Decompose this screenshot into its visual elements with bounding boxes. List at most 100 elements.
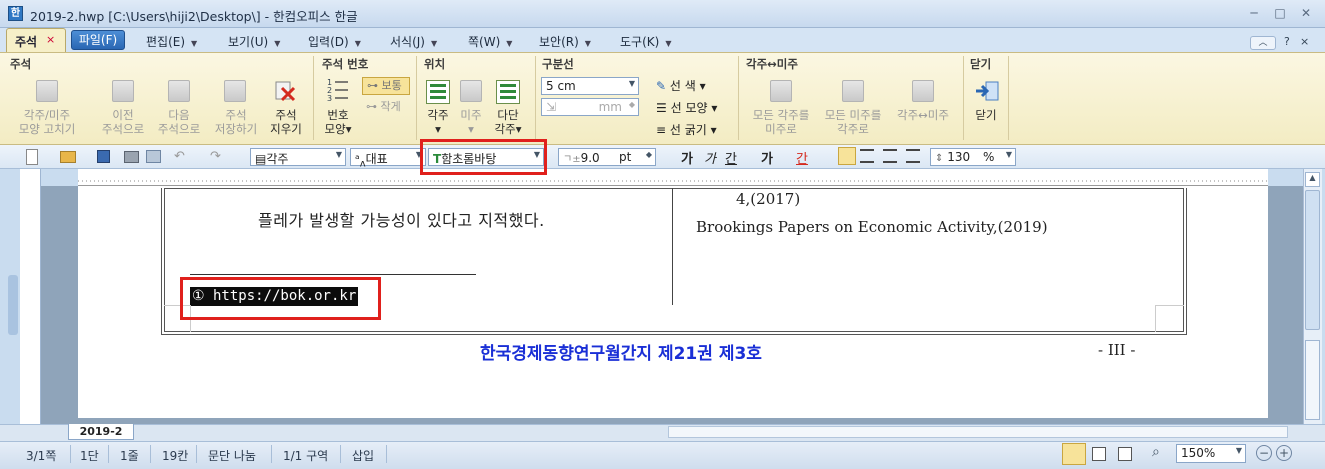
column-footnote-button[interactable]: 다단 각주▾	[488, 108, 528, 136]
next-annotation-icon	[168, 80, 190, 102]
all-footnotes-to-endnotes-button[interactable]: 모든 각주를 미주로	[746, 108, 816, 136]
tab-close-icon[interactable]: ×	[46, 33, 55, 46]
group-convert-title: 각주↔미주	[746, 57, 798, 71]
group-close-title: 닫기	[970, 57, 992, 71]
reference-line-1[interactable]: 4,(2017)	[736, 190, 800, 208]
tab-annotation-label: 주석	[15, 35, 38, 49]
menu-insert[interactable]: 입력(D) ▼	[308, 33, 361, 50]
zoom-select[interactable]: 150% ▼	[1176, 444, 1246, 463]
all-endnotes-to-footnotes-button[interactable]: 모든 미주를 각주로	[818, 108, 888, 136]
zoom-icon[interactable]: ⌕	[1152, 444, 1160, 460]
redo-icon[interactable]: ↷	[210, 149, 221, 164]
font-size-input[interactable]: ㄱ±9.0 pt ◆	[558, 148, 656, 166]
page-view-icon[interactable]	[1062, 443, 1086, 465]
menu-tools[interactable]: 도구(K) ▼	[620, 33, 671, 50]
menu-page[interactable]: 쪽(W) ▼	[468, 33, 512, 50]
status-column: 1단	[80, 449, 99, 463]
close-annotation-icon	[974, 80, 1000, 102]
ribbon-collapse-button[interactable]: ︿	[1250, 36, 1276, 50]
footnote-position-icon	[426, 80, 450, 104]
separator-shape-button[interactable]: ☰ 선 모양 ▾	[656, 99, 717, 116]
menu-view[interactable]: 보기(U) ▼	[228, 33, 280, 50]
align-right-icon[interactable]	[906, 149, 920, 163]
footnote-separator-line	[190, 274, 476, 275]
window-title: 2019-2.hwp [C:\Users\hiji2\Desktop\] - 한…	[30, 9, 358, 24]
sheet-tab[interactable]: 2019-2	[68, 424, 134, 440]
horizontal-ruler[interactable]	[78, 169, 1268, 186]
status-page: 3/1쪽	[26, 449, 57, 463]
separator-offset-input[interactable]: ⇲ mm ◆	[541, 98, 639, 116]
separator-length-select[interactable]: 5 cm ▼	[541, 77, 639, 95]
number-normal-toggle[interactable]: ⊶ 보통	[362, 77, 410, 95]
horizontal-scrollbar[interactable]	[668, 426, 1288, 438]
next-annotation-button[interactable]: 다음 주석으로	[152, 108, 206, 136]
bold-button[interactable]: 가	[681, 148, 693, 167]
annotation-shape-icon	[36, 80, 58, 102]
help-icon[interactable]: ?	[1284, 35, 1290, 48]
zoom-in-icon[interactable]: +	[1276, 445, 1292, 461]
number-shape-button[interactable]: 번호 모양▾	[318, 108, 358, 136]
ribbon-close-icon[interactable]: ×	[1300, 35, 1309, 48]
save-icon[interactable]	[97, 150, 110, 163]
side-panel-handle[interactable]	[8, 275, 18, 335]
delete-annotation-button[interactable]: 주석 지우기	[264, 108, 308, 136]
outline-view-icon[interactable]	[1118, 447, 1132, 461]
menu-format[interactable]: 서식(J) ▼	[390, 33, 437, 50]
align-left-icon[interactable]	[860, 149, 874, 163]
save-annotation-icon	[224, 80, 246, 102]
group-number-title: 주석 번호	[322, 57, 369, 71]
separator-color-button[interactable]: ✎ 선 색 ▾	[656, 77, 706, 94]
page-nav-buttons[interactable]	[1305, 340, 1320, 420]
prev-annotation-icon	[112, 80, 134, 102]
all-endnotes-to-footnotes-icon	[842, 80, 864, 102]
preview-icon[interactable]	[146, 150, 161, 163]
page-number: - III -	[1098, 341, 1136, 359]
underline-button[interactable]: 간	[725, 148, 737, 167]
undo-icon[interactable]: ↶	[174, 149, 185, 164]
scroll-up-arrow[interactable]: ▲	[1305, 172, 1320, 187]
prev-annotation-button[interactable]: 이전 주석으로	[96, 108, 150, 136]
align-justify-icon[interactable]	[838, 147, 856, 165]
zoom-out-icon[interactable]: −	[1256, 445, 1272, 461]
restore-button[interactable]: □	[1271, 6, 1289, 20]
close-button[interactable]: ✕	[1297, 6, 1315, 20]
status-break: 문단 나눔	[208, 449, 256, 463]
print-icon[interactable]	[124, 151, 139, 163]
annotation-shape-button[interactable]: 각주/미주 모양 고치기	[10, 108, 84, 136]
align-center-icon[interactable]	[883, 149, 897, 163]
swap-annotation-button[interactable]: 각주↔미주	[890, 108, 956, 122]
line-spacing-input[interactable]: ⇕ 130% ▼	[930, 148, 1016, 166]
number-small-toggle[interactable]: ⊶ 작게	[362, 99, 410, 117]
strikethrough-button[interactable]: 가	[761, 148, 773, 167]
group-annotation-title: 주석	[10, 57, 32, 71]
tab-annotation[interactable]: 주석	[6, 28, 66, 52]
italic-button[interactable]: 가	[704, 148, 716, 167]
column-footnote-icon	[496, 80, 520, 104]
new-doc-icon[interactable]	[26, 149, 38, 165]
group-position-title: 위치	[424, 57, 446, 71]
endnote-position-button[interactable]: 미주 ▾	[454, 108, 488, 136]
font-color-button[interactable]: 간	[796, 148, 808, 167]
normal-view-icon[interactable]	[1092, 447, 1106, 461]
status-mode[interactable]: 삽입	[352, 447, 374, 464]
style-select[interactable]: ▤각주 ▼	[250, 148, 346, 166]
vertical-ruler	[20, 169, 41, 424]
font-highlight-box	[420, 139, 547, 175]
menu-edit[interactable]: 편집(E) ▼	[146, 33, 197, 50]
language-select[interactable]: ᵃʌ대표 ▼	[350, 148, 426, 169]
number-shape-icon: 123	[326, 76, 350, 103]
scroll-thumb[interactable]	[1305, 190, 1320, 330]
open-folder-icon[interactable]	[60, 151, 76, 163]
save-annotation-button[interactable]: 주석 저장하기	[208, 108, 264, 136]
footnote-highlight-box	[180, 277, 381, 320]
footnote-position-button[interactable]: 각주 ▾	[420, 108, 456, 136]
menu-security[interactable]: 보안(R) ▼	[539, 33, 591, 50]
status-line: 1줄	[120, 449, 139, 463]
close-annotation-button[interactable]: 닫기	[968, 108, 1004, 122]
delete-annotation-icon	[274, 80, 296, 102]
reference-line-2[interactable]: Brookings Papers on Economic Activity,(2…	[696, 218, 1048, 236]
file-menu-button[interactable]: 파일(F)	[71, 30, 125, 50]
separator-thickness-button[interactable]: ≡ 선 굵기 ▾	[656, 121, 717, 138]
minimize-button[interactable]: ─	[1245, 6, 1263, 20]
paragraph-text[interactable]: 플레가 발생할 가능성이 있다고 지적했다.	[258, 207, 545, 231]
